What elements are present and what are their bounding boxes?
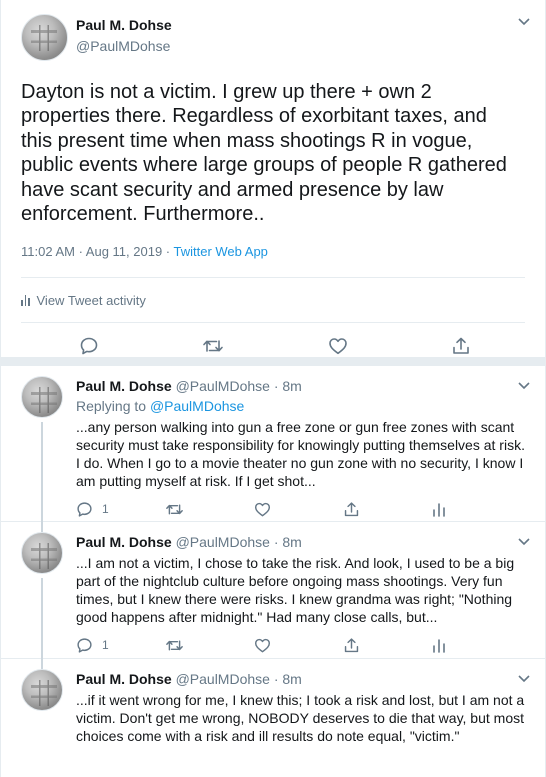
reply-tweet[interactable]: Paul M. Dohse @PaulMDohse · 8m Replying … [1,366,545,532]
reply-header: Paul M. Dohse @PaulMDohse · 8m [76,670,525,688]
replying-to-prefix: Replying to [76,398,150,414]
tweet-timestamp[interactable]: 11:02 AM · Aug 11, 2019 · [21,244,174,259]
analytics-icon [21,294,30,307]
tweet-source-link[interactable]: Twitter Web App [174,244,268,259]
reply-icon[interactable] [76,501,93,518]
reply-actions: 1 [76,499,525,519]
tweet-thread-page: Paul M. Dohse @PaulMDohse Dayton is not … [0,0,546,777]
main-tweet-actions [21,322,525,368]
avatar[interactable] [21,532,63,574]
share-icon[interactable] [451,336,471,356]
chevron-down-icon[interactable] [517,535,531,549]
retweet-icon[interactable] [165,637,184,654]
main-tweet: Paul M. Dohse @PaulMDohse Dayton is not … [1,0,545,358]
thread-line [41,422,43,532]
replying-to: Replying to @PaulMDohse [76,397,525,415]
chevron-down-icon[interactable] [517,672,531,686]
retweet-icon[interactable] [202,336,224,356]
like-icon[interactable] [254,501,271,518]
avatar[interactable] [21,669,63,711]
reply-tweet[interactable]: Paul M. Dohse @PaulMDohse · 8m ...if it … [1,659,545,777]
replying-to-mention[interactable]: @PaulMDohse [150,398,244,414]
reply-count: 1 [102,638,109,652]
reply-time[interactable]: · 8m [270,671,302,687]
avatar[interactable] [21,14,68,61]
share-icon[interactable] [343,637,360,654]
share-icon[interactable] [343,501,360,518]
reply-icon[interactable] [76,637,93,654]
like-icon[interactable] [254,637,271,654]
view-tweet-activity-label: View Tweet activity [36,292,146,308]
reply-text: ...any person walking into gun a free zo… [76,419,525,489]
reply-text: ...I am not a victim, I chose to take th… [76,555,515,625]
chevron-down-icon[interactable] [517,15,531,29]
author-name[interactable]: Paul M. Dohse [76,378,172,394]
reply-header: Paul M. Dohse @PaulMDohse · 8m [76,533,525,551]
view-tweet-activity[interactable]: View Tweet activity [21,278,525,322]
author-handle[interactable]: @PaulMDohse [176,378,270,394]
chevron-down-icon[interactable] [517,379,531,393]
reply-time[interactable]: · 8m [270,534,302,550]
reply-tweet[interactable]: Paul M. Dohse @PaulMDohse · 8m ...I am n… [1,522,545,673]
reply-header: Paul M. Dohse @PaulMDohse · 8m [76,377,525,395]
like-icon[interactable] [328,336,348,356]
retweet-icon[interactable] [165,501,184,518]
reply-icon[interactable] [79,336,99,356]
author-name[interactable]: Paul M. Dohse [76,671,172,687]
tweet-meta: 11:02 AM · Aug 11, 2019 · Twitter Web Ap… [21,244,525,259]
tweet-text: Dayton is not a victim. I grew up there … [21,81,507,226]
analytics-icon[interactable] [432,637,446,653]
analytics-icon[interactable] [432,501,446,517]
reply-text: ...if it went wrong for me, I knew this;… [76,692,525,744]
author-name[interactable]: Paul M. Dohse [76,534,172,550]
reply-actions: 1 [76,635,525,655]
avatar[interactable] [21,376,63,418]
author-handle[interactable]: @PaulMDohse [176,534,270,550]
main-tweet-header: Paul M. Dohse @PaulMDohse [21,14,525,66]
author-name[interactable]: Paul M. Dohse [76,16,172,34]
reply-time[interactable]: · 8m [270,378,302,394]
reply-count: 1 [102,502,109,516]
author-handle[interactable]: @PaulMDohse [76,37,172,55]
author-handle[interactable]: @PaulMDohse [176,671,270,687]
